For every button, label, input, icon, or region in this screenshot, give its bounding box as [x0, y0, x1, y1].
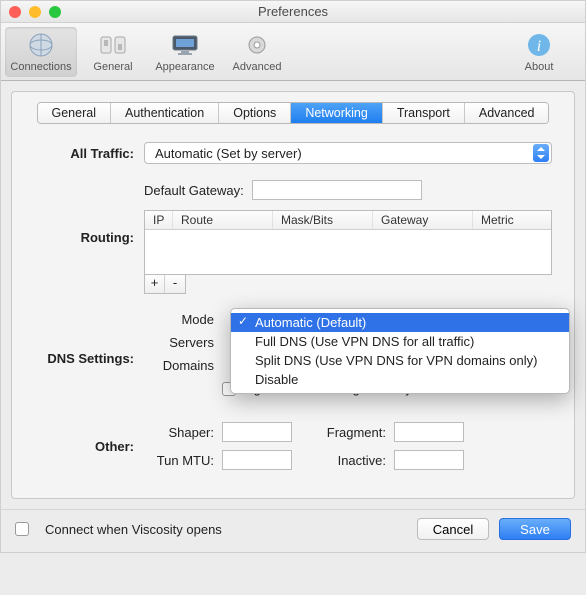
titlebar: Preferences — [1, 1, 585, 23]
toolbar-advanced[interactable]: Advanced — [221, 27, 293, 77]
servers-label: Servers — [144, 335, 222, 350]
routing-label: Routing: — [34, 230, 144, 245]
inactive-input[interactable] — [394, 450, 464, 470]
mode-label: Mode — [144, 312, 222, 327]
globe-icon — [25, 31, 57, 59]
tabs: General Authentication Options Networkin… — [37, 102, 550, 124]
shaper-label: Shaper: — [144, 425, 222, 440]
other-label: Other: — [34, 439, 144, 454]
save-button[interactable]: Save — [499, 518, 571, 540]
cancel-button[interactable]: Cancel — [417, 518, 489, 540]
toolbar-label: Connections — [5, 61, 77, 73]
col-mask[interactable]: Mask/Bits — [273, 211, 373, 229]
toolbar-appearance[interactable]: Appearance — [149, 27, 221, 77]
window-traffic-lights — [9, 6, 61, 18]
toolbar-label: Appearance — [149, 61, 221, 73]
connect-on-open-checkbox[interactable] — [15, 522, 29, 536]
footer: Connect when Viscosity opens Cancel Save — [1, 509, 585, 552]
menu-item-automatic[interactable]: Automatic (Default) — [231, 313, 569, 332]
close-icon[interactable] — [9, 6, 21, 18]
tab-authentication[interactable]: Authentication — [111, 103, 219, 123]
remove-route-button[interactable]: - — [165, 275, 185, 293]
preferences-window: Preferences Connections General Appearan… — [0, 0, 586, 553]
window-title: Preferences — [1, 1, 585, 23]
routing-table: IP Route Mask/Bits Gateway Metric — [144, 210, 552, 275]
toolbar-about[interactable]: i About — [503, 27, 575, 77]
menu-item-split-dns[interactable]: Split DNS (Use VPN DNS for VPN domains o… — [231, 351, 569, 370]
toolbar-connections[interactable]: Connections — [5, 27, 77, 77]
dns-mode-menu[interactable]: Automatic (Default) Full DNS (Use VPN DN… — [230, 308, 570, 394]
domains-label: Domains — [144, 358, 222, 373]
tab-transport[interactable]: Transport — [383, 103, 465, 123]
col-ip[interactable]: IP — [145, 211, 173, 229]
tunmtu-input[interactable] — [222, 450, 292, 470]
fragment-label: Fragment: — [316, 425, 394, 440]
col-metric[interactable]: Metric — [473, 211, 551, 229]
sliders-icon — [97, 31, 129, 59]
networking-body: All Traffic: Automatic (Set by server) R… — [12, 138, 574, 488]
tab-options[interactable]: Options — [219, 103, 291, 123]
fragment-input[interactable] — [394, 422, 464, 442]
other-section: Other: Shaper: Fragment: — [34, 422, 552, 470]
all-traffic-label: All Traffic: — [34, 146, 144, 161]
info-icon: i — [523, 31, 555, 59]
toolbar-label: About — [503, 61, 575, 73]
all-traffic-value: Automatic (Set by server) — [155, 146, 302, 161]
menu-item-full-dns[interactable]: Full DNS (Use VPN DNS for all traffic) — [231, 332, 569, 351]
dns-label: DNS Settings: — [34, 351, 144, 366]
table-body[interactable] — [145, 230, 551, 274]
tunmtu-label: Tun MTU: — [144, 453, 222, 468]
chevron-updown-icon — [533, 144, 549, 162]
inactive-label: Inactive: — [316, 453, 394, 468]
tab-networking[interactable]: Networking — [291, 103, 383, 123]
minimize-icon[interactable] — [29, 6, 41, 18]
tabs-row: General Authentication Options Networkin… — [12, 92, 574, 138]
shaper-input[interactable] — [222, 422, 292, 442]
add-remove: + - — [144, 275, 186, 294]
tab-general[interactable]: General — [38, 103, 111, 123]
default-gateway-input[interactable] — [252, 180, 422, 200]
settings-sheet: General Authentication Options Networkin… — [11, 91, 575, 499]
connect-on-open-label: Connect when Viscosity opens — [45, 522, 222, 537]
toolbar-label: General — [77, 61, 149, 73]
tab-advanced[interactable]: Advanced — [465, 103, 549, 123]
gear-icon — [241, 31, 273, 59]
col-gateway[interactable]: Gateway — [373, 211, 473, 229]
all-traffic-row: All Traffic: Automatic (Set by server) — [34, 142, 552, 164]
zoom-icon[interactable] — [49, 6, 61, 18]
routing-row: Routing: Default Gateway: IP Route Mask/… — [34, 180, 552, 294]
toolbar-label: Advanced — [221, 61, 293, 73]
dns-section: DNS Settings: Mode Servers Domains — [34, 312, 552, 404]
menu-item-disable[interactable]: Disable — [231, 370, 569, 389]
all-traffic-popup[interactable]: Automatic (Set by server) — [144, 142, 552, 164]
col-route[interactable]: Route — [173, 211, 273, 229]
default-gateway-label: Default Gateway: — [144, 183, 244, 198]
toolbar-general[interactable]: General — [77, 27, 149, 77]
svg-text:i: i — [537, 38, 541, 55]
add-route-button[interactable]: + — [145, 275, 165, 293]
toolbar: Connections General Appearance Advanced … — [1, 23, 585, 81]
display-icon — [169, 31, 201, 59]
